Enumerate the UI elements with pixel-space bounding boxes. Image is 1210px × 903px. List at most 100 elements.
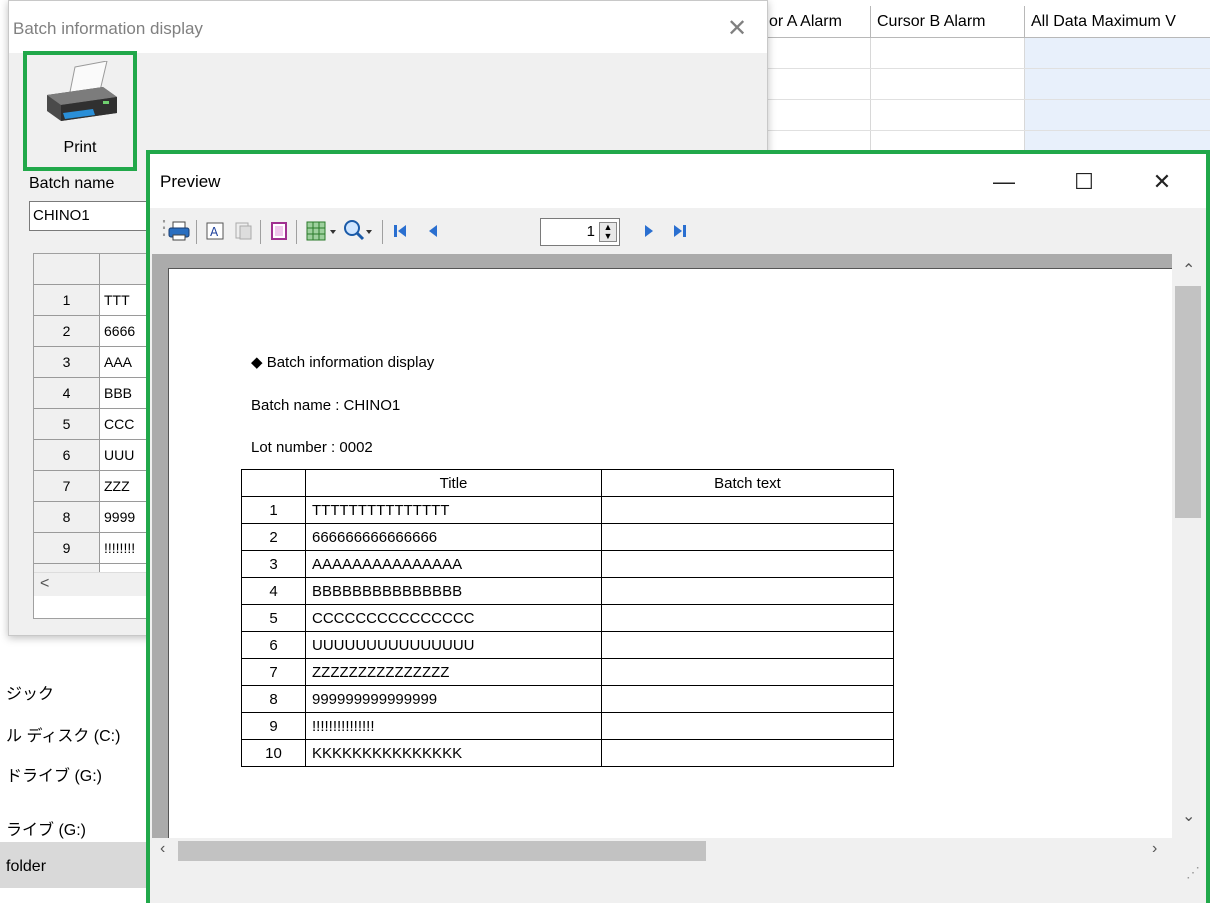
row-batch-text-cell: [601, 712, 894, 740]
table-row: 5 CCCCCCCCCCCCCCC: [241, 604, 894, 632]
print-setup-icon[interactable]: [234, 222, 252, 240]
table-row: 1 TTTTTTTTTTTTTTT: [241, 496, 894, 524]
batch-window-titlebar: Batch information display ✕: [9, 1, 767, 53]
toolbar-separator: [382, 220, 383, 244]
explorer-item[interactable]: ジック: [6, 680, 54, 704]
explorer-item-folder[interactable]: folder: [6, 858, 46, 876]
previous-page-icon[interactable]: [426, 223, 440, 239]
grid-row-line: [763, 99, 1210, 100]
column-header-cursor-b-alarm[interactable]: Cursor B Alarm: [871, 6, 1025, 38]
batch-title-grid: 1 TTT 2 6666 3 AAA 4 BBB 5 CCC 6 UUU 7 ZZZ 8 9999 9!!!!!…: [33, 253, 164, 619]
page-spinner[interactable]: ▲ ▼: [599, 222, 617, 242]
row-title-cell: 999999999999999: [305, 685, 602, 713]
row-title-cell: KKKKKKKKKKKKKKK: [305, 739, 602, 767]
print-label: Print: [63, 139, 97, 156]
column-header-cursor-a-alarm[interactable]: or A Alarm: [763, 6, 871, 38]
background-spreadsheet: or A Alarm Cursor B Alarm All Data Maxim…: [763, 0, 1210, 160]
vertical-scroll-thumb[interactable]: [1175, 286, 1201, 518]
batch-row-number[interactable]: 4: [34, 378, 100, 409]
preview-window: Preview — ☐ ✕ ⋮ A 1 ▲ ▼ ◆ Batch informat…: [146, 150, 1210, 903]
table-header-batch-text: Batch text: [601, 469, 894, 497]
row-number-cell: 5: [241, 604, 306, 632]
font-icon[interactable]: A: [206, 222, 224, 240]
page-number-field[interactable]: 1 ▲ ▼: [540, 218, 620, 246]
row-batch-text-cell: [601, 604, 894, 632]
table-row: 3 AAAAAAAAAAAAAAA: [241, 550, 894, 578]
row-batch-text-cell: [601, 550, 894, 578]
table-row: 10 KKKKKKKKKKKKKKK: [241, 739, 894, 767]
table-row: 4 BBBBBBBBBBBBBBB: [241, 577, 894, 605]
table-header-number: [241, 469, 306, 497]
explorer-item-drive-g[interactable]: ドライブ (G:): [6, 762, 102, 786]
print-button[interactable]: Print: [23, 51, 137, 171]
row-number-cell: 1: [241, 496, 306, 524]
row-title-cell: TTTTTTTTTTTTTTT: [305, 496, 602, 524]
close-icon[interactable]: ✕: [1142, 164, 1182, 200]
table-row: 2 666666666666666: [241, 523, 894, 551]
row-title-cell: UUUUUUUUUUUUUUU: [305, 631, 602, 659]
row-title-cell: 666666666666666: [305, 523, 602, 551]
vertical-scrollbar[interactable]: ⌃ ⌄: [1172, 254, 1204, 838]
row-number-cell: 8: [241, 685, 306, 713]
last-page-icon[interactable]: [672, 223, 688, 239]
scroll-down-icon[interactable]: ⌄: [1182, 806, 1195, 826]
preview-title: Preview: [160, 172, 221, 191]
minimize-icon[interactable]: —: [984, 164, 1024, 200]
first-page-icon[interactable]: [392, 223, 408, 239]
batch-name-label: Batch name: [29, 175, 115, 192]
batch-row-number[interactable]: 5: [34, 409, 100, 440]
column-header-all-data-maximum[interactable]: All Data Maximum V: [1025, 6, 1210, 38]
batch-row-number[interactable]: 9: [34, 533, 100, 564]
next-page-icon[interactable]: [642, 223, 656, 239]
scroll-left-icon[interactable]: <: [40, 575, 49, 593]
close-icon[interactable]: ✕: [723, 15, 751, 43]
grid-corner: [34, 254, 100, 285]
table-row: 8 999999999999999: [241, 685, 894, 713]
printer-icon: [47, 61, 117, 121]
batch-window-title: Batch information display: [13, 19, 203, 38]
table-row: 9!!!!!!!!!!!!!!!: [241, 712, 894, 740]
batch-row-number[interactable]: 3: [34, 347, 100, 378]
table-header-title: Title: [305, 469, 602, 497]
explorer-pane: ジック ル ディスク (C:) ドライブ (G:) ライブ (G:) folde…: [0, 640, 160, 903]
scroll-right-icon[interactable]: ›: [1152, 840, 1157, 858]
row-title-cell: AAAAAAAAAAAAAAA: [305, 550, 602, 578]
row-batch-text-cell: [601, 496, 894, 524]
batch-name-field[interactable]: CHINO1: [29, 201, 159, 231]
batch-row-number[interactable]: 2: [34, 316, 100, 347]
row-title-cell: BBBBBBBBBBBBBBB: [305, 577, 602, 605]
resize-grip-icon[interactable]: ⋰: [1186, 864, 1200, 881]
row-number-cell: 9: [241, 712, 306, 740]
document-lot-number: Lot number : 0002: [251, 439, 373, 456]
row-batch-text-cell: [601, 577, 894, 605]
row-number-cell: 10: [241, 739, 306, 767]
toolbar-separator: [296, 220, 297, 244]
maximize-icon[interactable]: ☐: [1064, 164, 1104, 200]
table-row: 6 UUUUUUUUUUUUUUU: [241, 631, 894, 659]
svg-text:A: A: [210, 225, 219, 239]
row-batch-text-cell: [601, 739, 894, 767]
horizontal-scroll-thumb[interactable]: [178, 841, 706, 861]
preview-titlebar: Preview — ☐ ✕: [150, 154, 1206, 208]
preview-page: ◆ Batch information display Batch name :…: [168, 268, 1172, 838]
batch-row-number[interactable]: 8: [34, 502, 100, 533]
batch-row-number[interactable]: 6: [34, 440, 100, 471]
batch-row-number[interactable]: 1: [34, 285, 100, 316]
scroll-left-icon[interactable]: ‹: [160, 840, 165, 858]
layout-icon[interactable]: [306, 220, 340, 242]
row-number-cell: 6: [241, 631, 306, 659]
batch-row-number[interactable]: 7: [34, 471, 100, 502]
document-heading: ◆ Batch information display: [251, 354, 435, 371]
scroll-up-icon[interactable]: ⌃: [1182, 260, 1195, 280]
zoom-icon[interactable]: [342, 218, 376, 242]
horizontal-scrollbar[interactable]: ‹ ›: [152, 838, 1172, 864]
horizontal-scrollbar[interactable]: <: [34, 572, 162, 596]
preview-canvas[interactable]: ◆ Batch information display Batch name :…: [152, 254, 1172, 838]
preview-toolbar: ⋮ A 1 ▲ ▼: [150, 208, 1206, 256]
page-setup-icon[interactable]: [270, 222, 288, 240]
print-icon[interactable]: [168, 220, 190, 242]
explorer-item-drive-g[interactable]: ライブ (G:): [6, 816, 86, 840]
row-title-cell: ZZZZZZZZZZZZZZZ: [305, 658, 602, 686]
row-batch-text-cell: [601, 631, 894, 659]
explorer-item-local-disk[interactable]: ル ディスク (C:): [6, 722, 120, 746]
